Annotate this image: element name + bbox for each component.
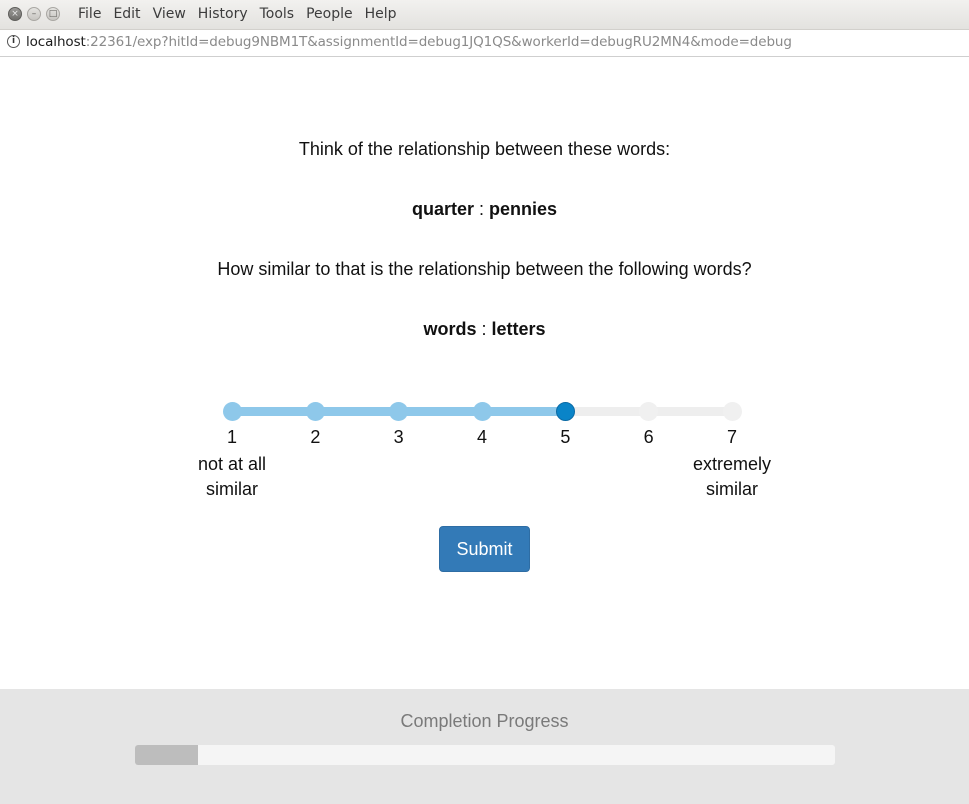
slider-option-5[interactable] xyxy=(555,402,575,421)
slider-option-7[interactable] xyxy=(722,402,742,421)
word-pair-1: quarter : pennies xyxy=(0,198,969,220)
url-path: :22361/exp?hitId=debug9NBM1T&assignmentI… xyxy=(85,34,792,50)
menu-bar: File Edit View History Tools People Help xyxy=(72,6,403,23)
question-text: How similar to that is the relationship … xyxy=(217,259,752,279)
low-anchor-line-1: not at all xyxy=(197,454,267,474)
pair2-right: letters xyxy=(491,319,546,339)
pair1-left: quarter xyxy=(411,199,474,219)
high-anchor-label: extremely similar xyxy=(677,452,787,502)
url-host: localhost xyxy=(26,34,86,50)
menu-history[interactable]: History xyxy=(192,6,254,23)
scale-label-6: 6 xyxy=(643,427,654,447)
scale-label-5: 5 xyxy=(560,427,571,447)
similarity-slider[interactable] xyxy=(222,401,743,423)
word-pair-2: words : letters xyxy=(0,318,969,340)
slider-option-6[interactable] xyxy=(639,402,659,421)
high-anchor-line-2: similar xyxy=(706,479,758,499)
completion-progress-fill xyxy=(135,745,198,765)
menu-view[interactable]: View xyxy=(147,6,192,23)
scale-label-3: 3 xyxy=(393,427,404,447)
scale-label-2: 2 xyxy=(310,427,321,447)
completion-progress-bar xyxy=(135,745,835,765)
menu-edit[interactable]: Edit xyxy=(107,6,146,23)
footer: Completion Progress xyxy=(0,689,969,804)
pair2-left: words xyxy=(423,319,477,339)
pair1-separator: : xyxy=(473,199,489,219)
menu-people[interactable]: People xyxy=(300,6,359,23)
address-bar[interactable]: i localhost:22361/exp?hitId=debug9NBM1T&… xyxy=(0,30,969,57)
slider-option-1[interactable] xyxy=(222,402,242,421)
low-anchor-line-2: similar xyxy=(206,479,258,499)
slider-option-3[interactable] xyxy=(389,402,409,421)
intro-text: Think of the relationship between these … xyxy=(298,139,671,159)
completion-progress-title: Completion Progress xyxy=(400,711,569,731)
menu-file[interactable]: File xyxy=(72,6,107,23)
slider-option-2[interactable] xyxy=(305,402,325,421)
minimize-window-button[interactable]: – xyxy=(27,7,41,21)
menu-tools[interactable]: Tools xyxy=(254,6,301,23)
info-icon[interactable]: i xyxy=(7,35,20,48)
scale-label-7: 7 xyxy=(726,427,737,447)
low-anchor-label: not at all similar xyxy=(177,452,287,502)
scale-label-1: 1 xyxy=(226,427,237,447)
scale-label-4: 4 xyxy=(476,427,487,447)
close-window-button[interactable]: × xyxy=(8,7,22,21)
maximize-window-button[interactable]: □ xyxy=(46,7,60,21)
pair2-separator: : xyxy=(476,319,492,339)
high-anchor-line-1: extremely xyxy=(692,454,772,474)
url-text[interactable]: localhost:22361/exp?hitId=debug9NBM1T&as… xyxy=(26,34,792,50)
pair1-right: pennies xyxy=(489,199,558,219)
menu-help[interactable]: Help xyxy=(359,6,403,23)
slider-option-4[interactable] xyxy=(472,402,492,421)
title-bar: × – □ File Edit View History Tools Peopl… xyxy=(0,0,969,30)
submit-button[interactable]: Submit xyxy=(439,526,530,572)
